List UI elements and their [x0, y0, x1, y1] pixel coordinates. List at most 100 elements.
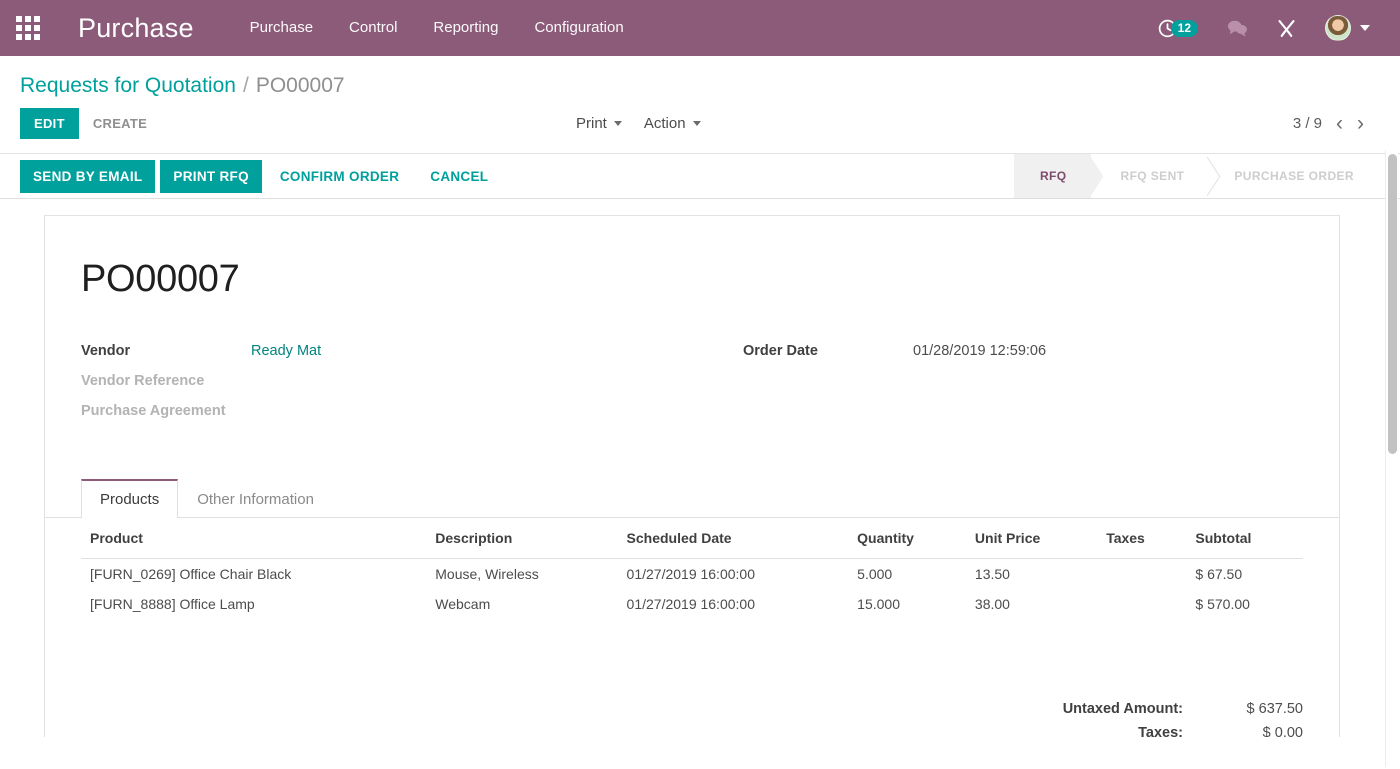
activity-count-badge: 12	[1170, 19, 1198, 37]
speech-bubble-icon	[1227, 20, 1247, 37]
menu-item-control[interactable]: Control	[331, 0, 415, 56]
table-row[interactable]: [FURN_8888] Office Lamp Webcam 01/27/201…	[81, 589, 1303, 619]
field-value-vendor[interactable]: Ready Mat	[251, 343, 321, 359]
column-header-quantity: Quantity	[848, 518, 966, 559]
form-action-buttons: SEND BY EMAIL PRINT RFQ CONFIRM ORDER CA…	[20, 154, 506, 198]
breadcrumb: Requests for Quotation / PO00007	[20, 56, 1380, 104]
user-menu-button[interactable]	[1311, 0, 1384, 56]
top-navbar: Purchase Purchase Control Reporting Conf…	[0, 0, 1400, 56]
field-label-purchase-agreement: Purchase Agreement	[81, 403, 226, 419]
cell-taxes	[1097, 589, 1186, 619]
tab-products[interactable]: Products	[81, 479, 179, 518]
field-vendor-reference: Vendor Reference	[81, 373, 692, 389]
print-dropdown-label: Print	[576, 115, 607, 132]
create-button[interactable]: CREATE	[79, 108, 161, 139]
form-column-left: Vendor Ready Mat Vendor Reference Purcha…	[81, 343, 692, 433]
cell-subtotal: $ 67.50	[1195, 566, 1243, 582]
pager: 3 / 9 ‹ ›	[1293, 113, 1380, 134]
cell-product: [FURN_0269] Office Chair Black	[90, 566, 292, 582]
print-rfq-button[interactable]: PRINT RFQ	[160, 159, 262, 193]
column-header-taxes: Taxes	[1097, 518, 1187, 559]
cell-unit-price: 38.00	[974, 596, 1010, 612]
status-badge-purchase-order[interactable]: PURCHASE ORDER	[1208, 154, 1378, 198]
control-panel-dropdowns: Print Action	[576, 115, 701, 132]
cell-subtotal: $ 570.00	[1195, 596, 1250, 612]
totals-taxes-row: Taxes: $ 0.00	[963, 721, 1303, 737]
form-sheet: PO00007 Vendor Ready Mat Vendor Referenc…	[44, 215, 1340, 737]
print-dropdown[interactable]: Print	[576, 115, 622, 132]
totals-untaxed-label: Untaxed Amount:	[1062, 701, 1183, 717]
field-label-vendor-reference: Vendor Reference	[81, 373, 205, 389]
confirm-order-button[interactable]: CONFIRM ORDER	[267, 160, 412, 193]
control-panel: Requests for Quotation / PO00007 EDIT CR…	[0, 56, 1400, 153]
pager-next-button[interactable]: ›	[1357, 113, 1364, 134]
apps-menu-toggle[interactable]	[0, 0, 56, 56]
navbar-systray: 12	[1143, 0, 1384, 56]
cell-scheduled-date: 01/27/2019 16:00:00	[626, 566, 755, 582]
field-label-order-date: Order Date	[743, 343, 818, 359]
status-badge-rfq-sent[interactable]: RFQ SENT	[1090, 154, 1209, 198]
column-header-subtotal: Subtotal	[1186, 518, 1303, 559]
chevron-down-icon	[1360, 25, 1370, 31]
field-value-order-date[interactable]: 01/28/2019 12:59:06	[913, 343, 1046, 359]
control-panel-buttons: EDIT CREATE Print Action 3 / 9 ‹ ›	[20, 104, 1380, 153]
table-row[interactable]: [FURN_0269] Office Chair Black Mouse, Wi…	[81, 559, 1303, 590]
tab-other-information[interactable]: Other Information	[178, 479, 333, 518]
action-dropdown[interactable]: Action	[644, 115, 701, 132]
form-fields: Vendor Ready Mat Vendor Reference Purcha…	[81, 343, 1303, 433]
cell-description: Mouse, Wireless	[435, 566, 539, 582]
status-badge-rfq[interactable]: RFQ	[1013, 154, 1091, 198]
order-lines-header: Product Description Scheduled Date Quant…	[81, 518, 1303, 559]
form-view-body: PO00007 Vendor Ready Mat Vendor Referenc…	[0, 199, 1400, 737]
column-header-product: Product	[81, 518, 427, 559]
form-column-right: Order Date 01/28/2019 12:59:06	[692, 343, 1303, 433]
cell-product: [FURN_8888] Office Lamp	[90, 596, 255, 612]
avatar	[1325, 15, 1351, 41]
wrench-icon	[1278, 19, 1295, 37]
status-pipeline: RFQ RFQ SENT PURCHASE ORDER	[1013, 154, 1400, 198]
menu-item-purchase[interactable]: Purchase	[232, 0, 331, 56]
totals-taxes-label: Taxes:	[1138, 725, 1183, 737]
cell-unit-price: 13.50	[974, 566, 1010, 582]
totals-block: Untaxed Amount: $ 637.50 Taxes: $ 0.00 T…	[963, 697, 1303, 737]
menu-item-reporting[interactable]: Reporting	[415, 0, 516, 56]
chevron-down-icon	[613, 121, 622, 126]
totals-untaxed-value: $ 637.50	[1246, 701, 1303, 717]
main-menu: Purchase Control Reporting Configuration	[232, 0, 642, 56]
order-lines-table: Product Description Scheduled Date Quant…	[81, 518, 1303, 619]
page-title: PO00007	[81, 258, 240, 300]
edit-button[interactable]: EDIT	[20, 108, 79, 139]
cell-scheduled-date: 01/27/2019 16:00:00	[626, 596, 755, 612]
breadcrumb-separator: /	[242, 74, 249, 97]
field-purchase-agreement: Purchase Agreement	[81, 403, 692, 419]
menu-item-configuration[interactable]: Configuration	[516, 0, 641, 56]
cell-quantity: 15.000	[857, 596, 900, 612]
scrollbar-thumb[interactable]	[1388, 154, 1397, 454]
messages-menu-button[interactable]	[1212, 0, 1262, 56]
cancel-button[interactable]: CANCEL	[417, 160, 501, 193]
activity-menu-button[interactable]: 12	[1143, 0, 1212, 56]
pager-previous-button[interactable]: ‹	[1336, 113, 1343, 134]
field-vendor: Vendor Ready Mat	[81, 343, 692, 359]
field-label-vendor: Vendor	[81, 343, 131, 359]
app-brand-title[interactable]: Purchase	[78, 13, 194, 44]
field-order-date: Order Date 01/28/2019 12:59:06	[743, 343, 1303, 359]
breadcrumb-root-link[interactable]: Requests for Quotation	[20, 74, 236, 98]
debug-tools-button[interactable]	[1262, 0, 1311, 56]
notebook-tabs: Products Other Information	[45, 479, 1339, 518]
column-header-scheduled-date: Scheduled Date	[617, 518, 849, 559]
chevron-down-icon	[692, 121, 701, 126]
totals-section: Untaxed Amount: $ 637.50 Taxes: $ 0.00 T…	[81, 697, 1303, 737]
column-header-description: Description	[426, 518, 618, 559]
order-lines-body: [FURN_0269] Office Chair Black Mouse, Wi…	[81, 559, 1303, 620]
table-header-row: Product Description Scheduled Date Quant…	[81, 518, 1303, 559]
action-dropdown-label: Action	[643, 115, 686, 132]
totals-taxes-value: $ 0.00	[1262, 725, 1303, 737]
form-statusbar-row: SEND BY EMAIL PRINT RFQ CONFIRM ORDER CA…	[0, 153, 1400, 199]
send-by-email-button[interactable]: SEND BY EMAIL	[20, 159, 156, 193]
vertical-scrollbar[interactable]	[1385, 150, 1398, 767]
cell-taxes	[1097, 559, 1186, 590]
cell-description: Webcam	[435, 596, 491, 612]
column-header-unit-price: Unit Price	[965, 518, 1098, 559]
apps-grid-icon	[16, 16, 40, 40]
